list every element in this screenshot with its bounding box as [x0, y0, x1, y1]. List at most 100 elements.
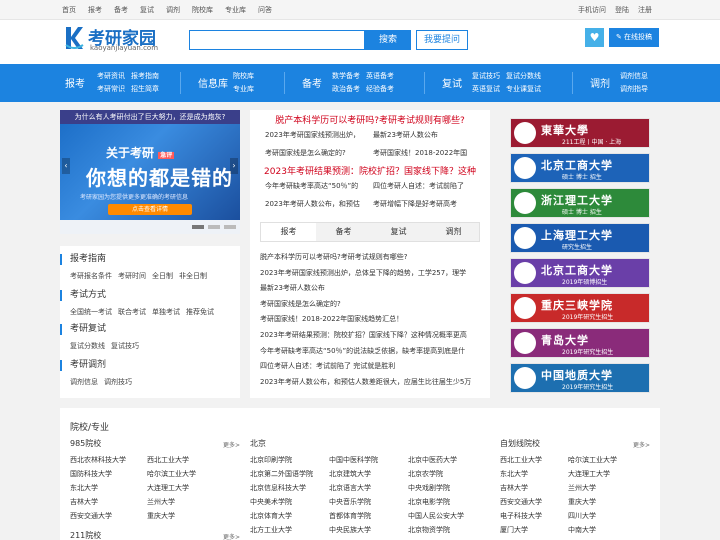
- side-link[interactable]: 单独考试: [152, 308, 180, 316]
- nav-category[interactable]: 报考: [65, 75, 85, 90]
- school-link[interactable]: 中国中医科学院: [329, 453, 378, 467]
- side-section-title[interactable]: 考试方式: [60, 290, 220, 301]
- news-headline[interactable]: 2023年考研结果预测：院校扩招？国家线下降？这种: [250, 164, 490, 177]
- school-link[interactable]: 北京语言大学: [329, 481, 371, 495]
- banner-prev-arrow[interactable]: ‹: [62, 158, 70, 174]
- nav-link[interactable]: 招生简章: [131, 83, 159, 96]
- nav-link[interactable]: 政治备考: [332, 83, 360, 96]
- search-button[interactable]: 搜索: [365, 30, 411, 50]
- news-list-item[interactable]: 四位考研人自述：考试前陷了 完试就是胜利: [260, 359, 485, 375]
- news-list-item[interactable]: 脱产本科学历可以考研吗?考研考试规则有哪些?: [260, 250, 485, 266]
- school-link[interactable]: 北京物资学院: [408, 523, 450, 537]
- school-ad[interactable]: 東華大學 211工程丨中国 · 上海: [510, 118, 650, 148]
- news-list-item[interactable]: 今年考研缺考率高达“50％”的说法缺乏依据，缺考率提高到底是什: [260, 344, 485, 360]
- school-link[interactable]: 北京农学院: [408, 467, 443, 481]
- school-link[interactable]: 中央民族大学: [329, 523, 371, 537]
- news-list-item[interactable]: 2023年考研国家线预测出炉，总体呈下降的趋势，工学257，理学: [260, 266, 485, 282]
- submit-article-button[interactable]: ✎ 在线投稿: [609, 28, 659, 47]
- banner-dot[interactable]: [224, 225, 236, 229]
- school-link[interactable]: 中国人民公安大学: [408, 509, 464, 523]
- banner-dot[interactable]: [192, 225, 204, 229]
- side-section-title[interactable]: 考研复试: [60, 324, 145, 335]
- nav-link[interactable]: 经验备考: [366, 83, 394, 96]
- news-list-item[interactable]: 2023年考研结果预测：院校扩招？国家线下降？这种情况概率更高: [260, 328, 485, 344]
- ask-question-button[interactable]: 我要提问: [416, 30, 468, 50]
- school-link[interactable]: 吉林大学: [70, 495, 98, 509]
- top-nav-link[interactable]: 调剂: [166, 6, 180, 14]
- school-link[interactable]: 西北农林科技大学: [70, 453, 126, 467]
- news-list-item[interactable]: 最新23考研人数公布: [260, 281, 485, 297]
- side-link[interactable]: 考研时间: [118, 272, 146, 280]
- news-tab[interactable]: 报考: [261, 223, 316, 241]
- nav-link[interactable]: 英语复试: [472, 83, 500, 96]
- banner-image[interactable]: 关于考研 急评 你想的都是错的 考研家园为您提供更多更准确的考研信息 点击查看详…: [60, 124, 240, 220]
- school-link[interactable]: 北京印刷学院: [250, 453, 292, 467]
- school-ad[interactable]: 重庆三峡学院 2019年研究生招生: [510, 293, 650, 323]
- school-link[interactable]: 厦门大学: [500, 523, 528, 537]
- banner-carousel[interactable]: 为什么有人考研付出了巨大努力，还是成为炮灰? 关于考研 急评 你想的都是错的 考…: [60, 110, 240, 234]
- school-ad[interactable]: 青岛大学 2019年研究生招生: [510, 328, 650, 358]
- side-link[interactable]: 推荐免试: [186, 308, 214, 316]
- school-link[interactable]: 吉林大学: [500, 481, 528, 495]
- school-link[interactable]: 东北大学: [500, 467, 528, 481]
- school-link[interactable]: 重庆大学: [147, 509, 175, 523]
- column-title[interactable]: 自划线院校: [500, 438, 540, 449]
- school-link[interactable]: 西安交通大学: [500, 495, 542, 509]
- nav-category[interactable]: 备考: [302, 75, 322, 90]
- school-link[interactable]: 电子科技大学: [500, 509, 542, 523]
- school-ad[interactable]: 上海理工大学 研究生招生: [510, 223, 650, 253]
- side-link[interactable]: 全国统一考试: [70, 308, 112, 316]
- school-link[interactable]: 西北工业大学: [147, 453, 189, 467]
- side-link[interactable]: 联合考试: [118, 308, 146, 316]
- nav-link[interactable]: 调剂指导: [620, 83, 648, 96]
- school-link[interactable]: 大连理工大学: [568, 467, 610, 481]
- heart-icon[interactable]: ♥: [585, 28, 604, 47]
- nav-link[interactable]: 报考指南: [131, 70, 159, 83]
- nav-category[interactable]: 信息库: [198, 75, 228, 90]
- news-link[interactable]: 今年考研缺考率高达“50％”的: [265, 181, 373, 191]
- column-title[interactable]: 985院校: [70, 438, 101, 449]
- side-link[interactable]: 考研报名条件: [70, 272, 112, 280]
- school-link[interactable]: 中央音乐学院: [329, 495, 371, 509]
- school-link[interactable]: 首都体育学院: [329, 509, 371, 523]
- school-link[interactable]: 国防科技大学: [70, 467, 112, 481]
- banner-detail-button[interactable]: 点击查看详情: [108, 204, 192, 215]
- news-link[interactable]: 考研增幅下降是好考研高考: [373, 199, 481, 209]
- side-link[interactable]: 复试分数线: [70, 342, 105, 350]
- top-nav-link[interactable]: 院校库: [192, 6, 213, 14]
- top-nav-link[interactable]: 首页: [62, 6, 76, 14]
- news-tab[interactable]: 调剂: [426, 223, 481, 241]
- school-link[interactable]: 哈尔滨工业大学: [568, 453, 617, 467]
- news-link[interactable]: 最新23考研人数公布: [373, 130, 481, 140]
- news-tab[interactable]: 备考: [316, 223, 371, 241]
- top-nav-link[interactable]: 问答: [258, 6, 272, 14]
- school-link[interactable]: 大连理工大学: [147, 481, 189, 495]
- side-link[interactable]: 调剂技巧: [104, 378, 132, 386]
- school-link[interactable]: 重庆大学: [568, 495, 596, 509]
- side-link[interactable]: 调剂信息: [70, 378, 98, 386]
- top-nav-link[interactable]: 报考: [88, 6, 102, 14]
- school-link[interactable]: 北京电影学院: [408, 495, 450, 509]
- nav-link[interactable]: 复试技巧: [472, 70, 500, 83]
- top-nav-link[interactable]: 备考: [114, 6, 128, 14]
- nav-link[interactable]: 调剂信息: [620, 70, 648, 83]
- school-link[interactable]: 兰州大学: [568, 481, 596, 495]
- news-tab[interactable]: 复试: [371, 223, 426, 241]
- news-list-item[interactable]: 考研国家线！2018-2022年国家线趋势汇总！: [260, 312, 485, 328]
- news-link[interactable]: 考研国家线是怎么确定的?: [265, 148, 373, 158]
- nav-category[interactable]: 调剂: [590, 75, 610, 90]
- more-link[interactable]: 更多>: [633, 440, 650, 449]
- school-link[interactable]: 北京体育大学: [250, 509, 292, 523]
- news-link[interactable]: 四位考研人自述：考试前陷了: [373, 181, 481, 191]
- nav-link[interactable]: 考研常识: [97, 83, 125, 96]
- side-link[interactable]: 复试技巧: [111, 342, 139, 350]
- school-link[interactable]: 哈尔滨工业大学: [147, 467, 196, 481]
- news-link[interactable]: 考研国家线！2018-2022年国: [373, 148, 481, 158]
- news-headline[interactable]: 脱产本科学历可以考研吗?考研考试规则有哪些?: [250, 113, 490, 126]
- school-link[interactable]: 东北大学: [70, 481, 98, 495]
- news-list-item[interactable]: 2023年考研人数公布，和预估人数差距很大，应届生比往届生少5万: [260, 375, 485, 391]
- more-link[interactable]: 更多>: [223, 440, 240, 449]
- side-link[interactable]: 非全日制: [179, 272, 207, 280]
- news-link[interactable]: 2023年考研国家线预测出炉，: [265, 130, 373, 140]
- school-link[interactable]: 中央戏剧学院: [408, 481, 450, 495]
